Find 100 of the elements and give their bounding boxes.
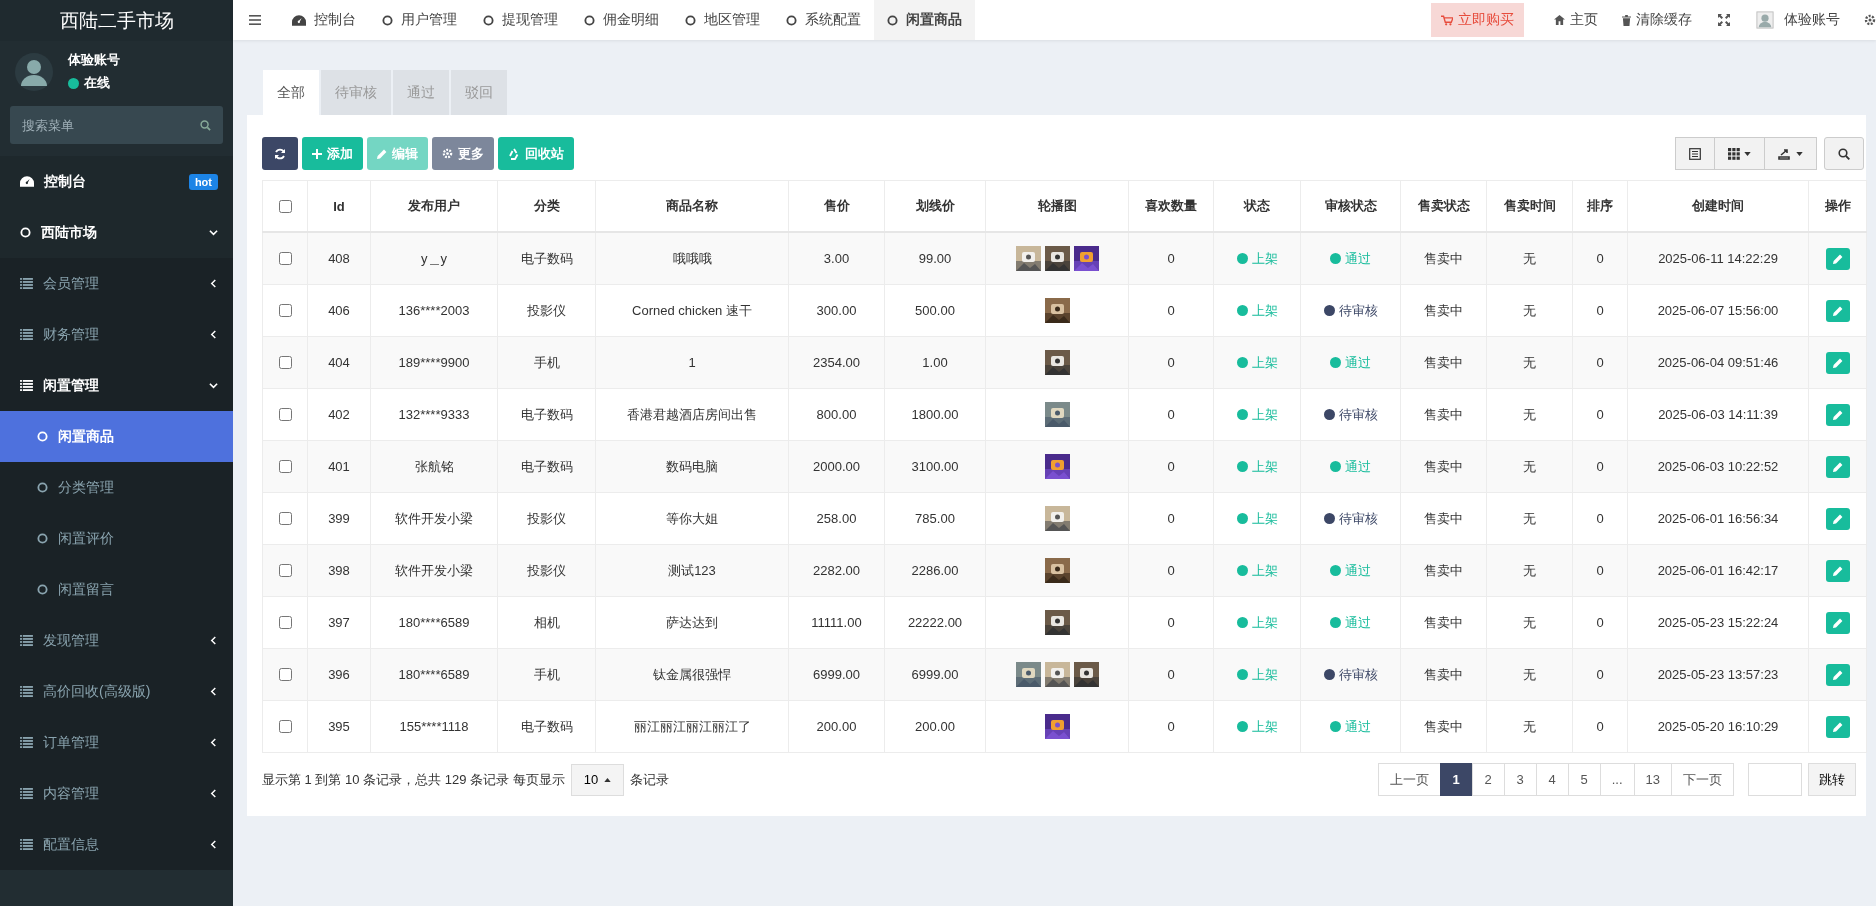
next-page-button[interactable]: 下一页 [1671, 763, 1734, 796]
caret-up-icon [604, 777, 612, 782]
nav-tab[interactable]: 系统配置 [773, 0, 874, 40]
menu-item[interactable]: 财务管理 [0, 309, 233, 360]
account-menu[interactable]: 体验账号 [1744, 11, 1852, 29]
status-text: 通过 [1345, 717, 1371, 736]
menu-icon[interactable] [249, 15, 261, 25]
nav-tab[interactable]: 提现管理 [470, 0, 571, 40]
columns-button[interactable] [1714, 137, 1765, 170]
column-header: 划线价 [915, 198, 955, 213]
menu-item[interactable]: 控制台 hot [0, 156, 233, 207]
row-checkbox[interactable] [279, 720, 292, 733]
table-cell: 售卖中 [1424, 250, 1463, 266]
filter-tab[interactable]: 全部 [263, 70, 319, 115]
row-checkbox[interactable] [279, 408, 292, 421]
row-checkbox[interactable] [279, 616, 292, 629]
page-button[interactable]: 1 [1439, 763, 1473, 796]
table-cell: 1 [688, 355, 696, 370]
status-text: 上架 [1251, 717, 1278, 736]
table-cell: 99.00 [918, 251, 952, 266]
circle-icon [483, 14, 494, 26]
table-cell: 0 [1596, 667, 1604, 682]
fullscreen-icon[interactable] [1718, 14, 1730, 26]
table-cell: 11111.00 [811, 615, 862, 630]
nav-tab[interactable]: 地区管理 [672, 0, 773, 40]
menu-item[interactable]: 内容管理 [0, 768, 233, 819]
edit-button[interactable] [1825, 247, 1850, 270]
edit-button[interactable] [1825, 507, 1850, 530]
toggle-view-button[interactable] [1675, 137, 1715, 170]
table-cell: 0 [1596, 511, 1604, 526]
menu-item[interactable]: 订单管理 [0, 717, 233, 768]
edit-button[interactable] [1825, 351, 1850, 374]
page-button[interactable]: 5 [1567, 763, 1601, 796]
select-all-checkbox[interactable] [279, 199, 292, 213]
status-text: 上架 [1251, 249, 1278, 268]
menu-item[interactable]: 闲置评价 [0, 513, 233, 564]
prev-page-button[interactable]: 上一页 [1377, 763, 1441, 796]
edit-button[interactable] [1825, 715, 1850, 738]
row-checkbox[interactable] [279, 304, 292, 317]
circle-icon [37, 533, 48, 544]
edit-button[interactable] [1825, 611, 1850, 634]
grid-icon [1728, 147, 1740, 160]
table-cell: 3.00 [823, 251, 850, 266]
table-cell: 399 [328, 511, 350, 526]
row-checkbox[interactable] [279, 252, 292, 265]
export-button[interactable] [1764, 137, 1817, 170]
table-cell: 0 [1596, 407, 1604, 422]
nav-tab[interactable]: 用户管理 [369, 0, 470, 40]
jump-button[interactable]: 跳转 [1808, 763, 1856, 796]
menu-item[interactable]: 配置信息 [0, 819, 233, 870]
edit-button[interactable] [1825, 663, 1850, 686]
table-cell: 售卖中 [1424, 614, 1463, 630]
search-field[interactable]: 搜索菜单 [10, 106, 223, 144]
table-cell: 售卖中 [1424, 510, 1463, 526]
menu-item[interactable]: 闲置留言 [0, 564, 233, 615]
table-cell: 2025-06-11 14:22:29 [1658, 251, 1778, 266]
edit-button[interactable] [1825, 559, 1850, 582]
edit-button[interactable] [1825, 455, 1850, 478]
table-cell: 售卖中 [1424, 562, 1463, 578]
nav-tab[interactable]: 佣金明细 [571, 0, 672, 40]
column-header: 售卖状态 [1417, 198, 1470, 213]
search-icon [200, 120, 211, 131]
page-button[interactable]: 3 [1503, 763, 1537, 796]
column-header: Id [333, 198, 345, 214]
page-input[interactable] [1748, 763, 1802, 796]
more-button[interactable]: 更多 [432, 137, 494, 170]
page-button[interactable]: ... [1599, 763, 1635, 796]
row-checkbox[interactable] [279, 512, 292, 525]
page-size-dropdown[interactable]: 10 [570, 763, 625, 796]
table-cell: 售卖中 [1424, 406, 1463, 422]
column-header: 发布用户 [408, 198, 460, 213]
menu-item[interactable]: 分类管理 [0, 462, 233, 513]
row-checkbox[interactable] [279, 460, 292, 473]
menu-item[interactable]: 西陆市场 [0, 207, 233, 258]
edit-button[interactable] [1825, 299, 1850, 322]
edit-button[interactable] [1825, 403, 1850, 426]
nav-tab[interactable]: 闲置商品 [874, 0, 975, 40]
home-link[interactable]: 主页 [1542, 11, 1610, 29]
refresh-button[interactable] [262, 137, 298, 170]
row-checkbox[interactable] [279, 564, 292, 577]
search-button[interactable] [1824, 137, 1864, 170]
clear-cache-link[interactable]: 清除缓存 [1610, 11, 1704, 29]
table-cell: 售卖中 [1424, 354, 1463, 370]
menu-item[interactable]: 高价回收(高级版) [0, 666, 233, 717]
menu-item[interactable]: 闲置商品 [0, 411, 233, 462]
table-cell: 萨达达到 [666, 614, 718, 630]
pencil-icon [1832, 357, 1843, 368]
table-cell: 2025-06-07 15:56:00 [1657, 303, 1779, 318]
row-checkbox[interactable] [279, 356, 292, 369]
menu-item[interactable]: 会员管理 [0, 258, 233, 309]
nav-tab[interactable]: 控制台 [279, 0, 369, 40]
page-button[interactable]: 2 [1471, 763, 1505, 796]
pencil-icon [1832, 253, 1843, 264]
column-header: 喜欢数量 [1145, 198, 1197, 213]
menu-item[interactable]: 发现管理 [0, 615, 233, 666]
menu-item[interactable]: 闲置管理 [0, 360, 233, 411]
page-button[interactable]: 4 [1535, 763, 1569, 796]
status-text: 上架 [1251, 457, 1278, 476]
row-checkbox[interactable] [279, 668, 292, 681]
settings-icon[interactable] [1864, 14, 1876, 26]
